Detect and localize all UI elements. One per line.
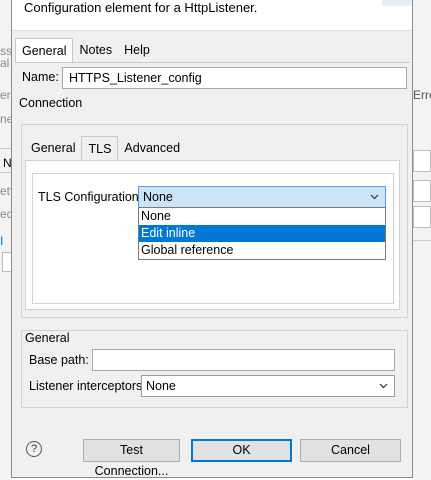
dialog-header: Configuration element for a HttpListener… bbox=[12, 0, 412, 31]
background-divider bbox=[413, 240, 431, 241]
tls-option-edit-inline[interactable]: Edit inline bbox=[139, 225, 385, 242]
listener-interceptors-select[interactable]: None bbox=[141, 375, 395, 397]
config-dialog: Configuration element for a HttpListener… bbox=[11, 0, 413, 478]
ok-button[interactable]: OK bbox=[191, 439, 292, 462]
general-section-label: General bbox=[24, 331, 71, 345]
background-fragment: er bbox=[0, 88, 11, 102]
tab-notes[interactable]: Notes bbox=[73, 38, 119, 62]
chevron-down-icon bbox=[379, 376, 388, 404]
background-box bbox=[413, 150, 431, 172]
tls-selected-value: None bbox=[143, 190, 173, 204]
background-fragment: I bbox=[0, 234, 4, 248]
connection-label: Connection bbox=[19, 96, 83, 110]
background-box bbox=[413, 206, 431, 228]
interceptors-selected-value: None bbox=[146, 379, 176, 393]
background-box bbox=[413, 180, 431, 202]
base-path-input[interactable] bbox=[92, 349, 395, 371]
background-right-panel: Erro bbox=[413, 0, 431, 480]
tab-help[interactable]: Help bbox=[118, 38, 156, 62]
tab-general[interactable]: General bbox=[15, 38, 74, 63]
test-connection-button[interactable]: Test Connection... bbox=[83, 439, 180, 478]
connection-tabs: General TLS Advanced bbox=[25, 136, 187, 161]
tab-connection-general[interactable]: General bbox=[25, 136, 82, 160]
help-circle-icon[interactable]: ? bbox=[26, 441, 42, 457]
name-label: Name: bbox=[22, 70, 59, 84]
tab-tls[interactable]: TLS bbox=[81, 136, 119, 161]
main-tabs: General Notes Help bbox=[15, 38, 156, 63]
background-fragment: Erro bbox=[413, 88, 431, 102]
cancel-button[interactable]: Cancel bbox=[300, 439, 401, 462]
listener-interceptors-label: Listener interceptors bbox=[29, 379, 143, 393]
tls-options-list: None Edit inline Global reference bbox=[138, 207, 386, 260]
tls-configuration-label: TLS Configuration bbox=[38, 190, 139, 204]
header-shade bbox=[382, 0, 412, 6]
tls-option-none[interactable]: None bbox=[139, 208, 385, 225]
tls-option-global-reference[interactable]: Global reference bbox=[139, 242, 385, 259]
base-path-label: Base path: bbox=[29, 353, 89, 367]
dialog-description: Configuration element for a HttpListener… bbox=[24, 0, 258, 15]
name-field[interactable]: HTTPS_Listener_config bbox=[62, 67, 407, 89]
tls-configuration-select[interactable]: None bbox=[138, 186, 386, 208]
tab-advanced[interactable]: Advanced bbox=[118, 136, 187, 160]
